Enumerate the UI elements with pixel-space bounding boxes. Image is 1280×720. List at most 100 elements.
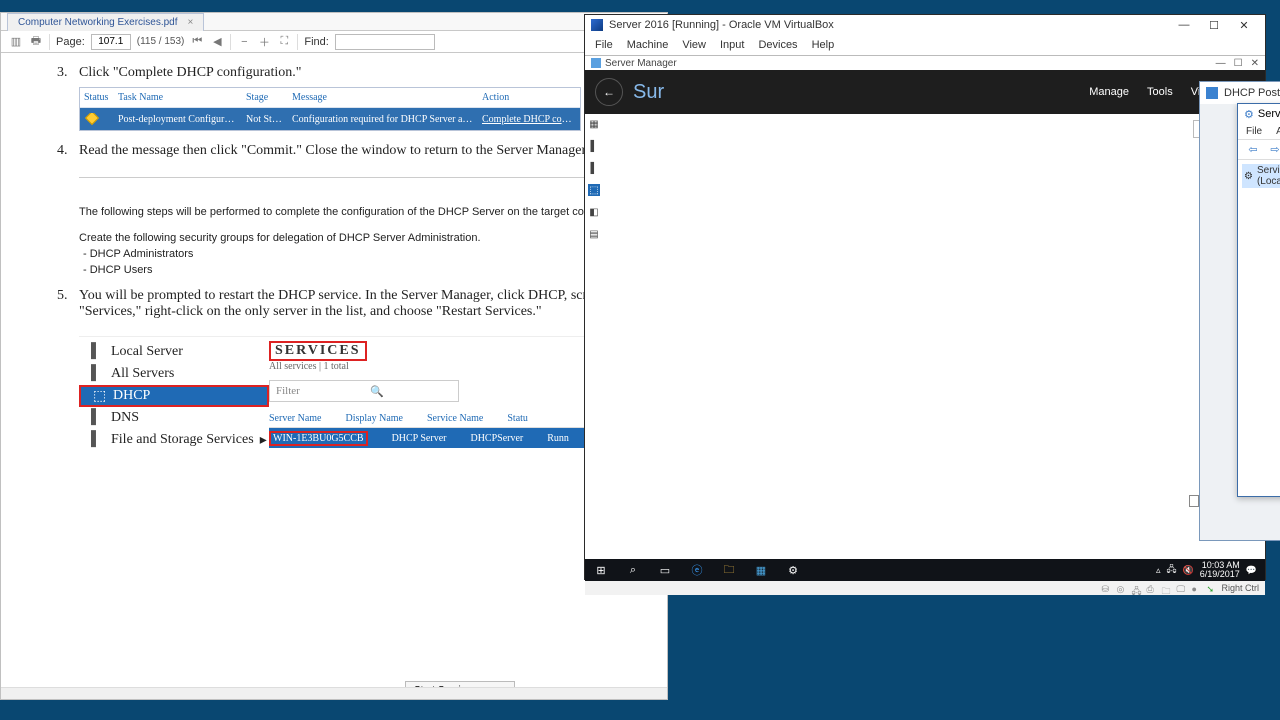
sm-titlebar[interactable]: Server Manager — ☐ ✕ bbox=[585, 56, 1265, 70]
chevron-down-icon[interactable] bbox=[1189, 495, 1199, 507]
services-taskbar-icon[interactable]: ⚙ bbox=[777, 559, 809, 581]
taskview-button[interactable]: ▭ bbox=[649, 559, 681, 581]
server-manager-icon bbox=[591, 58, 601, 68]
pdf-page: 3. Click "Complete DHCP configuration." … bbox=[1, 53, 667, 699]
back-icon[interactable]: ⇦ bbox=[1244, 142, 1262, 158]
shared-led-icon: 🗀 bbox=[1161, 584, 1170, 593]
window-controls: — ☐ ✕ bbox=[1169, 16, 1259, 34]
separator bbox=[49, 34, 50, 50]
zoom-in-icon[interactable]: ＋ bbox=[257, 35, 271, 49]
menu-file[interactable]: File bbox=[1246, 126, 1262, 137]
panel-text: The following steps will be performed to… bbox=[79, 206, 651, 218]
warning-icon bbox=[85, 113, 99, 125]
panel-text: Create the following security groups for… bbox=[79, 232, 651, 244]
pdf-viewer-window: Computer Networking Exercises.pdf × ▥ 🖶 … bbox=[0, 12, 668, 700]
scrollbar-vertical[interactable] bbox=[1189, 208, 1199, 545]
menu-file[interactable]: File bbox=[595, 39, 613, 51]
sound-icon[interactable]: 🔇 bbox=[1183, 565, 1194, 576]
fit-width-icon[interactable]: ⛶ bbox=[277, 35, 291, 49]
nav-all-icon[interactable]: ▌ bbox=[588, 162, 600, 174]
wiz-titlebar[interactable]: DHCP Post-Install configuration wizard —… bbox=[1200, 82, 1280, 104]
svc-tree: ⚙ Services (Local) bbox=[1238, 160, 1280, 496]
guest-server-manager: Server Manager — ☐ ✕ ← Sur Manage Tools … bbox=[585, 55, 1265, 557]
step-number: 3. bbox=[57, 65, 68, 81]
gear-icon: ⚙ bbox=[1244, 171, 1253, 182]
start-button[interactable]: ⊞ bbox=[585, 559, 617, 581]
task-table: Status Task Name Stage Message Action Po… bbox=[79, 87, 581, 131]
prev-page-icon[interactable]: ◀ bbox=[210, 35, 224, 49]
minimize-button[interactable]: — bbox=[1216, 58, 1226, 69]
sm-nav: ▌Local Server ▌All Servers ⬚DHCP ▌DNS ▌F… bbox=[79, 341, 269, 451]
sidebar-toggle-icon[interactable]: ▥ bbox=[9, 35, 23, 49]
td-task: Post-deployment Configuration bbox=[114, 114, 242, 125]
forward-icon[interactable]: ⇨ bbox=[1266, 142, 1280, 158]
vb-titlebar[interactable]: Server 2016 [Running] - Oracle VM Virtua… bbox=[585, 15, 1265, 35]
separator bbox=[230, 34, 231, 50]
svc-body: ⚙ Services (Local) ⚙ Services (Local) DN… bbox=[1238, 160, 1280, 496]
vb-statusbar: ⛁ ◎ 🖧 ⎙ 🗀 🖵 ● ➘ Right Ctrl bbox=[585, 581, 1265, 595]
ie-icon[interactable]: ⓔ bbox=[681, 559, 713, 581]
first-page-icon[interactable]: ⏮ bbox=[190, 35, 204, 49]
menu-machine[interactable]: Machine bbox=[627, 39, 669, 51]
filter-input: Filter🔍 bbox=[269, 380, 459, 402]
server-icon: ▌ bbox=[91, 344, 105, 360]
find-input[interactable] bbox=[335, 34, 435, 50]
close-button[interactable]: ✕ bbox=[1229, 16, 1259, 34]
pdf-toolbar: ▥ 🖶 Page: (115 / 153) ⏮ ◀ − ＋ ⛶ Find: ◀ … bbox=[1, 31, 667, 53]
action-center-icon[interactable]: 💬 bbox=[1246, 565, 1257, 576]
page-input[interactable] bbox=[91, 34, 131, 50]
close-icon[interactable]: × bbox=[188, 17, 194, 28]
zoom-out-icon[interactable]: − bbox=[237, 35, 251, 49]
dns-icon: ▌ bbox=[91, 410, 105, 426]
network-icon[interactable]: 🖧 bbox=[1166, 562, 1176, 578]
menu-action[interactable]: Action bbox=[1276, 126, 1280, 137]
panel-bullet: - DHCP Users bbox=[83, 264, 651, 276]
nav-dhcp-icon[interactable]: ⬚ bbox=[588, 184, 600, 196]
search-button[interactable]: ⌕ bbox=[617, 559, 649, 581]
menu-help[interactable]: Help bbox=[812, 39, 835, 51]
tray: ▵ 🖧 🔇 10:03 AM 6/19/2017 💬 bbox=[1156, 561, 1265, 579]
separator bbox=[297, 34, 298, 50]
horizontal-scrollbar[interactable] bbox=[1, 687, 667, 699]
wizard-icon bbox=[1206, 87, 1218, 99]
nav-dashboard-icon[interactable]: ▦ bbox=[588, 118, 600, 130]
page-label: Page: bbox=[56, 36, 85, 48]
menu-input[interactable]: Input bbox=[720, 39, 744, 51]
nav-storage-icon[interactable]: ▤ bbox=[588, 228, 600, 240]
sm-nav-item-dhcp: ⬚DHCP bbox=[79, 385, 269, 407]
th-task: Task Name bbox=[114, 92, 242, 103]
maximize-button[interactable]: ☐ bbox=[1199, 16, 1229, 34]
tree-node[interactable]: ⚙ Services (Local) bbox=[1242, 164, 1280, 188]
menu-view[interactable]: View bbox=[682, 39, 706, 51]
gear-icon: ⚙ bbox=[1244, 108, 1254, 121]
nav-local-icon[interactable]: ▌ bbox=[588, 140, 600, 152]
sm-nav-item: ▌DNS bbox=[79, 407, 269, 429]
print-icon[interactable]: 🖶 bbox=[29, 35, 43, 49]
find-label: Find: bbox=[304, 36, 328, 48]
vb-menubar: File Machine View Input Devices Help bbox=[585, 35, 1265, 55]
sm-nav-item: ▌Local Server bbox=[79, 341, 269, 363]
td-stage: Not Star... bbox=[242, 114, 288, 125]
commit-panel: The following steps will be performed to… bbox=[79, 177, 651, 276]
th-message: Message bbox=[288, 92, 478, 103]
nav-dns-icon[interactable]: ◧ bbox=[588, 206, 600, 218]
pdf-tab[interactable]: Computer Networking Exercises.pdf × bbox=[7, 13, 204, 31]
maximize-button[interactable]: ☐ bbox=[1234, 58, 1243, 69]
clock[interactable]: 10:03 AM 6/19/2017 bbox=[1200, 561, 1240, 579]
vb-title-text: Server 2016 [Running] - Oracle VM Virtua… bbox=[609, 19, 834, 31]
doc-content: 3. Click "Complete DHCP configuration." … bbox=[79, 65, 651, 451]
record-led-icon: ● bbox=[1191, 584, 1200, 593]
explorer-icon[interactable]: 🗀 bbox=[713, 559, 745, 581]
menu-devices[interactable]: Devices bbox=[758, 39, 797, 51]
tray-icon[interactable]: ▵ bbox=[1156, 565, 1161, 576]
services-window: ⚙ Services — ☐ ✕ File Action View Help ⇦… bbox=[1237, 103, 1280, 497]
menu-tools[interactable]: Tools bbox=[1147, 86, 1173, 98]
server-manager-taskbar-icon[interactable]: ▦ bbox=[745, 559, 777, 581]
close-button[interactable]: ✕ bbox=[1251, 58, 1259, 69]
svc-toolbar: ⇦ ⇨ ▦ ☰ ⭢ ⟳ ? ▶ ■ ❚❚ ↻ bbox=[1238, 140, 1280, 160]
menu-manage[interactable]: Manage bbox=[1089, 86, 1129, 98]
panel-bullet: - DHCP Administrators bbox=[83, 248, 651, 260]
back-button[interactable]: ← bbox=[595, 78, 623, 106]
svc-titlebar[interactable]: ⚙ Services — ☐ ✕ bbox=[1238, 104, 1280, 124]
minimize-button[interactable]: — bbox=[1169, 16, 1199, 34]
